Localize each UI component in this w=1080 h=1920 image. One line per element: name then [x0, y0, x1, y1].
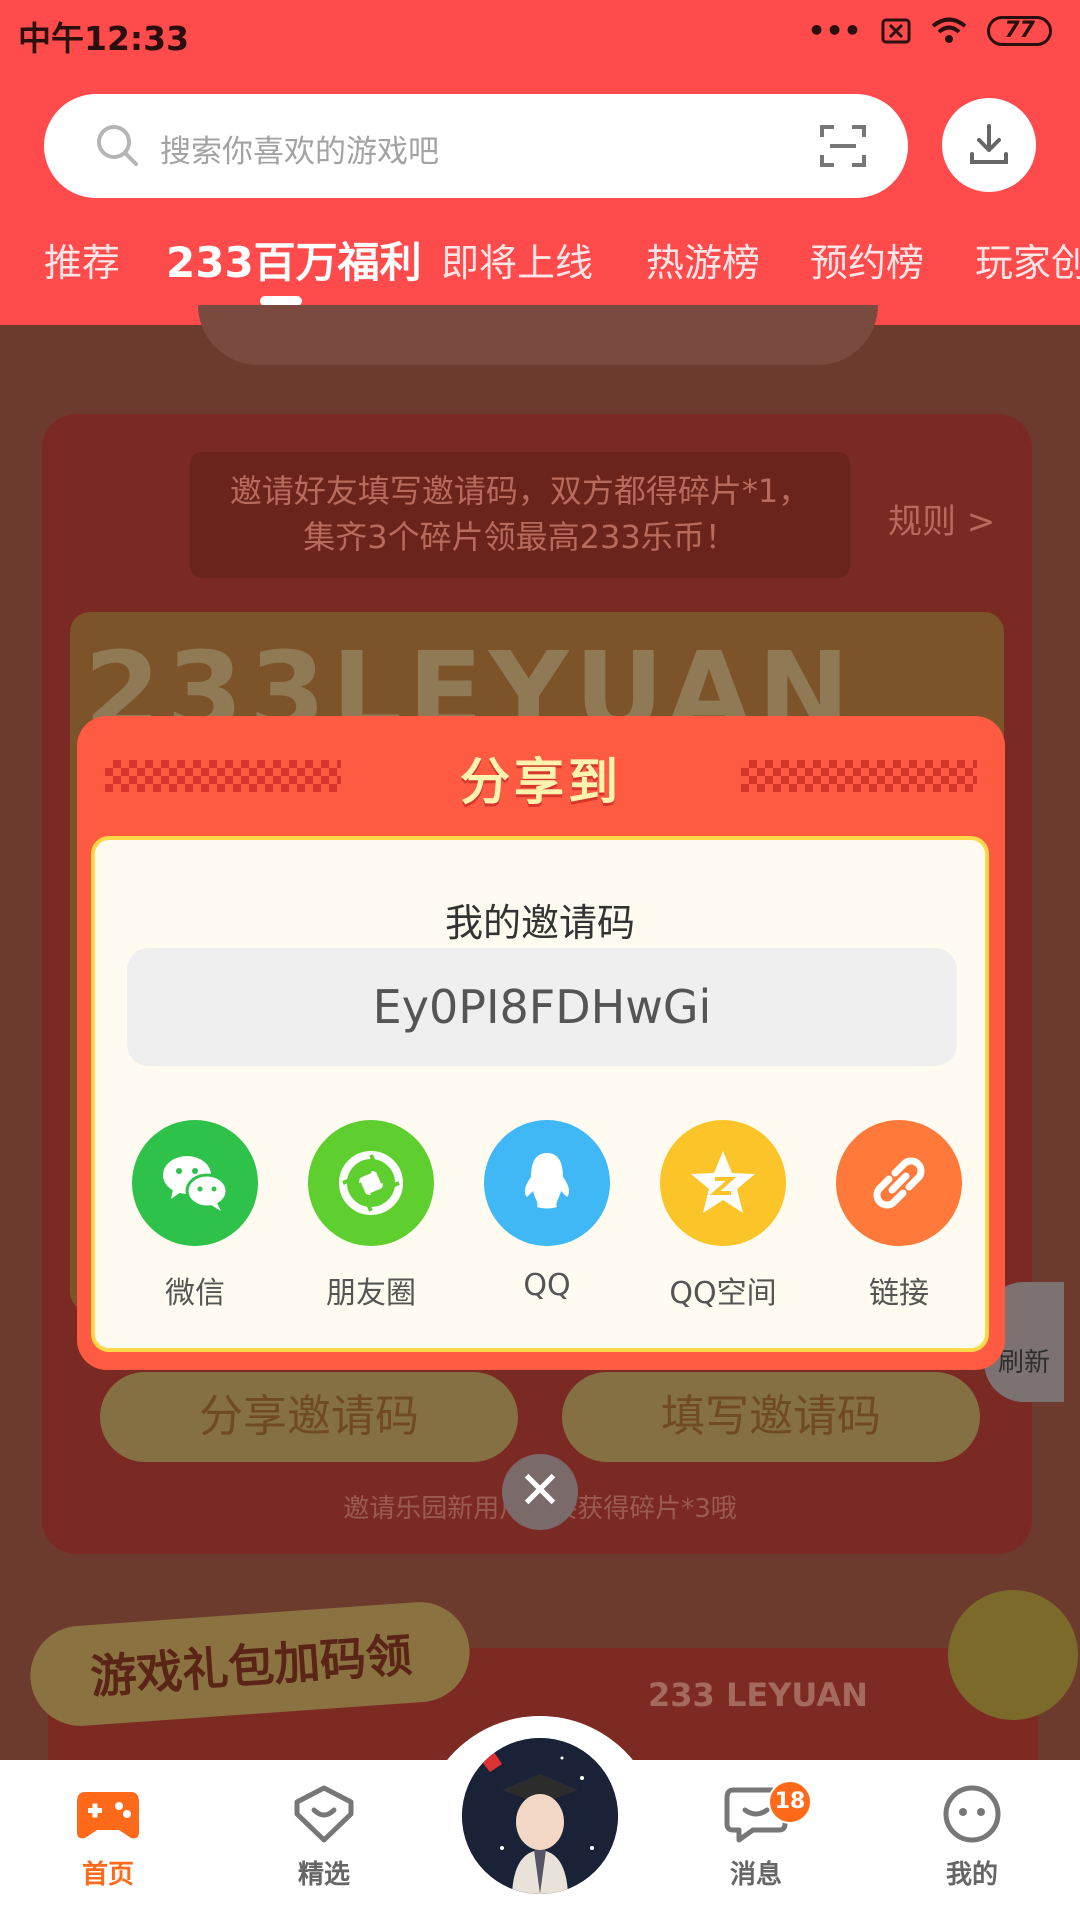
- invite-hint-line1: 邀请好友填写邀请码，双方都得碎片*1，: [229, 472, 811, 510]
- heart-badge-icon: [294, 1785, 354, 1843]
- banner-peek: [198, 305, 878, 365]
- invite-hint-line2: 集齐3个碎片领最高233乐币！: [303, 518, 737, 556]
- gift-brand: 233 LEYUAN: [648, 1676, 868, 1714]
- wifi-icon: [932, 17, 967, 43]
- message-count-badge: 18: [768, 1780, 812, 1824]
- share-qq[interactable]: QQ: [477, 1120, 617, 1303]
- share-qzone-label: QQ空间: [669, 1276, 777, 1311]
- share-modal: 分享到 我的邀请码 Ey0PI8FDHwGi 微信 朋友圈 QQ QQ空间 链接: [77, 716, 1005, 1370]
- download-button[interactable]: [942, 98, 1036, 192]
- tab-player-creation[interactable]: 玩家创: [975, 232, 1080, 287]
- search-placeholder: 搜索你喜欢的游戏吧: [160, 134, 439, 170]
- battery-icon: 77: [987, 15, 1052, 46]
- nav-home-label: 首页: [81, 1860, 134, 1890]
- fill-code-button[interactable]: 填写邀请码: [562, 1372, 980, 1462]
- share-wechat-label: 微信: [165, 1276, 225, 1311]
- category-tabs: 推荐 233百万福利 即将上线 热游榜 预约榜 玩家创: [0, 232, 1080, 292]
- refresh-label: 刷新: [997, 1348, 1050, 1378]
- wechat-icon: [132, 1120, 258, 1246]
- nav-profile[interactable]: 我的: [912, 1784, 1032, 1891]
- avatar-character-icon: [462, 1738, 618, 1894]
- link-icon: [836, 1120, 962, 1246]
- invite-hint: 邀请好友填写邀请码，双方都得碎片*1， 集齐3个碎片领最高233乐币！: [190, 452, 850, 578]
- scan-icon[interactable]: [818, 121, 868, 171]
- share-link-label: 链接: [869, 1276, 929, 1311]
- share-wechat[interactable]: 微信: [125, 1120, 265, 1312]
- tab-coming-soon[interactable]: 即将上线: [441, 232, 593, 287]
- status-time: 中午12:33: [18, 19, 190, 58]
- rules-link[interactable]: 规则 >: [888, 494, 995, 543]
- share-modal-title: 分享到: [460, 753, 622, 811]
- top-header: 中午12:33 ••• 77 搜索你喜欢的游戏吧 推荐 233百万福利 即将上线…: [0, 0, 1080, 325]
- download-icon: [970, 124, 1008, 164]
- avatar[interactable]: [462, 1738, 618, 1894]
- share-qq-label: QQ: [523, 1268, 571, 1303]
- tab-reservation[interactable]: 预约榜: [810, 232, 924, 287]
- tab-233-welfare[interactable]: 233百万福利: [166, 229, 422, 290]
- share-moments[interactable]: 朋友圈: [301, 1120, 441, 1312]
- nav-featured-label: 精选: [297, 1860, 350, 1890]
- qq-icon: [484, 1120, 610, 1246]
- moments-icon: [308, 1120, 434, 1246]
- nav-profile-label: 我的: [945, 1860, 998, 1890]
- close-icon: ✕: [518, 1461, 562, 1521]
- invite-code-label: 我的邀请码: [444, 901, 635, 945]
- nav-featured[interactable]: 精选: [264, 1784, 384, 1891]
- nav-home[interactable]: 首页: [48, 1784, 168, 1891]
- status-icons: ••• 77: [808, 14, 1052, 47]
- sim-off-icon: [881, 18, 911, 43]
- tab-recommend[interactable]: 推荐: [44, 232, 120, 287]
- share-moments-label: 朋友圈: [326, 1276, 416, 1311]
- qzone-icon: [660, 1120, 786, 1246]
- close-modal-button[interactable]: ✕: [502, 1454, 578, 1530]
- search-input[interactable]: 搜索你喜欢的游戏吧: [44, 94, 908, 198]
- share-qzone[interactable]: QQ空间: [653, 1120, 793, 1312]
- invite-code-value[interactable]: Ey0PI8FDHwGi: [127, 948, 957, 1066]
- gamepad-icon: [77, 1792, 139, 1839]
- coin-decoration: [948, 1590, 1078, 1720]
- tab-hot-games[interactable]: 热游榜: [646, 232, 760, 287]
- status-bar: 中午12:33 ••• 77: [0, 0, 1080, 68]
- share-code-button[interactable]: 分享邀请码: [100, 1372, 518, 1462]
- face-icon: [943, 1785, 1001, 1843]
- share-link[interactable]: 链接: [829, 1120, 969, 1312]
- nav-messages-label: 消息: [729, 1860, 782, 1890]
- more-dots-icon: •••: [807, 14, 862, 47]
- share-modal-body: 我的邀请码 Ey0PI8FDHwGi 微信 朋友圈 QQ QQ空间 链接: [91, 836, 989, 1352]
- search-icon: [97, 125, 138, 166]
